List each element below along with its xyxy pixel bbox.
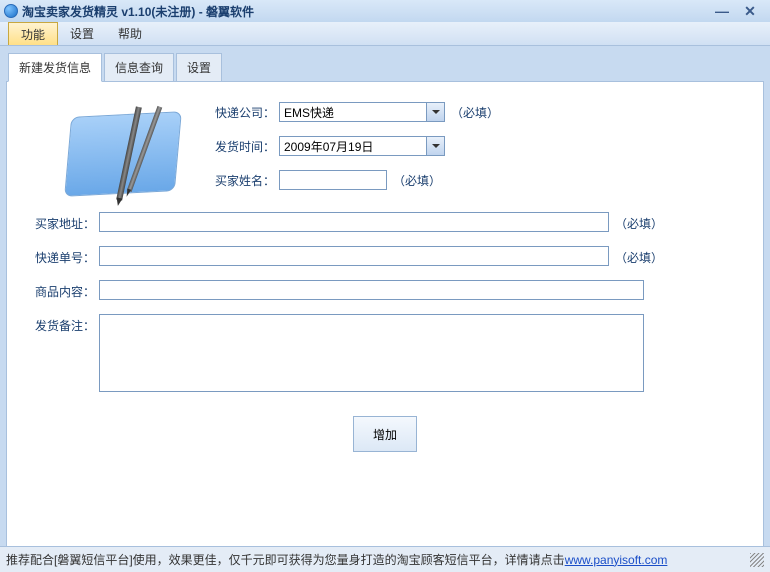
status-bar: 推荐配合[磐翼短信平台]使用，效果更佳，仅千元即可获得为您量身打造的淘宝顾客短信… <box>0 546 770 572</box>
goods-label: 商品内容： <box>31 280 95 300</box>
tab-query[interactable]: 信息查询 <box>104 53 174 82</box>
tracking-label: 快递单号： <box>31 246 95 266</box>
goods-input[interactable] <box>99 280 644 300</box>
buyer-addr-label: 买家地址： <box>31 212 95 232</box>
buyer-name-input[interactable] <box>279 170 387 190</box>
remark-label: 发货备注： <box>31 314 95 334</box>
ship-date-input[interactable] <box>279 136 427 156</box>
minimize-button[interactable]: — <box>714 3 730 19</box>
notepad-icon <box>56 106 186 206</box>
courier-dropdown-button[interactable] <box>427 102 445 122</box>
remark-textarea[interactable] <box>99 314 644 392</box>
courier-combo[interactable] <box>279 102 445 122</box>
menu-function[interactable]: 功能 <box>8 22 58 45</box>
footer-link[interactable]: www.panyisoft.com <box>565 553 668 567</box>
courier-hint: （必填） <box>451 104 499 121</box>
window-title: 淘宝卖家发货精灵 v1.10(未注册) - 磐翼软件 <box>22 3 714 20</box>
tracking-hint: （必填） <box>615 246 663 266</box>
menu-bar: 功能 设置 帮助 <box>0 22 770 46</box>
buyer-name-hint: （必填） <box>393 172 441 189</box>
tab-bar: 新建发货信息 信息查询 设置 <box>8 52 764 81</box>
courier-label: 快递公司： <box>211 104 275 121</box>
courier-input[interactable] <box>279 102 427 122</box>
title-bar: 淘宝卖家发货精灵 v1.10(未注册) - 磐翼软件 — ✕ <box>0 0 770 22</box>
menu-settings[interactable]: 设置 <box>58 22 106 45</box>
app-icon <box>4 4 18 18</box>
buyer-addr-hint: （必填） <box>615 212 663 232</box>
ship-date-dropdown-button[interactable] <box>427 136 445 156</box>
ship-date-combo[interactable] <box>279 136 445 156</box>
resize-grip[interactable] <box>750 553 764 567</box>
main-area: 新建发货信息 信息查询 设置 快递公司： （必填） <box>0 46 770 563</box>
window-controls: — ✕ <box>714 3 758 19</box>
tab-settings[interactable]: 设置 <box>176 53 222 82</box>
buyer-name-label: 买家姓名： <box>211 172 275 189</box>
buyer-addr-input[interactable] <box>99 212 609 232</box>
tracking-input[interactable] <box>99 246 609 266</box>
tab-new-shipment[interactable]: 新建发货信息 <box>8 53 102 82</box>
add-button[interactable]: 增加 <box>353 416 417 452</box>
footer-text: 推荐配合[磐翼短信平台]使用，效果更佳，仅千元即可获得为您量身打造的淘宝顾客短信… <box>6 551 565 568</box>
close-button[interactable]: ✕ <box>742 3 758 19</box>
form-panel: 快递公司： （必填） 发货时间： 买家姓名： <box>6 81 764 557</box>
menu-help[interactable]: 帮助 <box>106 22 154 45</box>
ship-date-label: 发货时间： <box>211 138 275 155</box>
